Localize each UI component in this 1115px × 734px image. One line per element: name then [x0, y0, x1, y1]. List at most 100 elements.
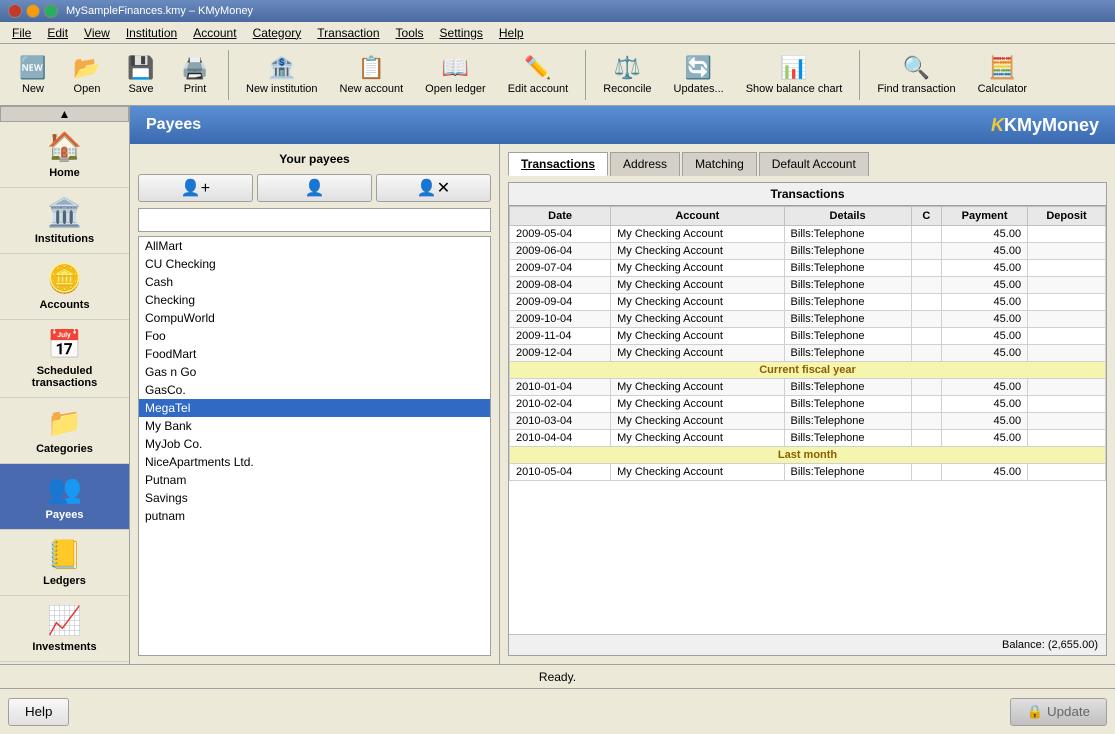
table-row[interactable]: 2009-09-04My Checking AccountBills:Telep… [510, 294, 1106, 311]
add-payee-button[interactable]: 👤+ [138, 174, 253, 202]
menu-item-account[interactable]: Account [185, 24, 244, 42]
menu-item-view[interactable]: View [76, 24, 118, 42]
sidebar-item-scheduled-transactions[interactable]: 📅Scheduled transactions [0, 320, 129, 398]
toolbar-btn-find-transaction[interactable]: 🔍Find transaction [868, 50, 964, 100]
toolbar-btn-new-institution[interactable]: 🏦New institution [237, 50, 327, 100]
sidebar-item-ledgers[interactable]: 📒Ledgers [0, 530, 129, 596]
new-institution-icon: 🏦 [268, 55, 295, 81]
toolbar-btn-new-account[interactable]: 📋New account [331, 50, 413, 100]
menu-item-file[interactable]: File [4, 24, 39, 42]
table-row[interactable]: 2009-07-04My Checking AccountBills:Telep… [510, 260, 1106, 277]
menu-item-help[interactable]: Help [491, 24, 532, 42]
payee-item[interactable]: FoodMart [139, 345, 490, 363]
maximize-button[interactable] [44, 4, 58, 18]
toolbar-label-calculator: Calculator [978, 83, 1028, 95]
toolbar-btn-update[interactable]: 🔄Updates... [665, 50, 733, 100]
sidebar-item-payees[interactable]: 👥Payees [0, 464, 129, 530]
cell-payment: 45.00 [942, 226, 1028, 243]
tab-transactions[interactable]: Transactions [508, 152, 608, 176]
toolbar-btn-new[interactable]: 🆕New [8, 50, 58, 100]
tab-address[interactable]: Address [610, 152, 680, 176]
cell-details: Bills:Telephone [784, 464, 911, 481]
table-row[interactable]: 2009-11-04My Checking AccountBills:Telep… [510, 328, 1106, 345]
payees-toolbar: 👤+ 👤 👤✕ [138, 174, 491, 202]
update-button[interactable]: 🔒 Update [1010, 698, 1107, 726]
payee-item[interactable]: Savings [139, 489, 490, 507]
col-header-date: Date [510, 207, 611, 226]
payee-item[interactable]: NiceApartments Ltd. [139, 453, 490, 471]
toolbar-btn-reconcile[interactable]: ⚖️Reconcile [594, 50, 660, 100]
table-row[interactable]: 2009-12-04My Checking AccountBills:Telep… [510, 345, 1106, 362]
payee-item[interactable]: MyJob Co. [139, 435, 490, 453]
table-row[interactable]: 2009-10-04My Checking AccountBills:Telep… [510, 311, 1106, 328]
toolbar-btn-save[interactable]: 💾Save [116, 50, 166, 100]
sidebar-item-home[interactable]: 🏠Home [0, 122, 129, 188]
show-balance-chart-icon: 📊 [780, 55, 807, 81]
menu-item-category[interactable]: Category [245, 24, 310, 42]
cell-deposit [1028, 396, 1106, 413]
sidebar-label-investments: Investments [32, 641, 96, 653]
sidebar-label-home: Home [49, 167, 80, 179]
rename-payee-button[interactable]: 👤 [257, 174, 372, 202]
payee-item[interactable]: CU Checking [139, 255, 490, 273]
payee-item[interactable]: Gas n Go [139, 363, 490, 381]
toolbar-label-save: Save [128, 83, 153, 95]
payee-item[interactable]: putnam [139, 507, 490, 525]
sidebar-item-reports[interactable]: 🥧Reports [0, 662, 129, 664]
col-header-payment: Payment [942, 207, 1028, 226]
toolbar-label-print: Print [184, 83, 207, 95]
transactions-table-wrap[interactable]: DateAccountDetailsCPaymentDeposit 2009-0… [509, 206, 1106, 634]
table-row[interactable]: 2010-05-04My Checking AccountBills:Telep… [510, 464, 1106, 481]
table-row[interactable]: 2010-04-04My Checking AccountBills:Telep… [510, 430, 1106, 447]
menu-item-edit[interactable]: Edit [39, 24, 76, 42]
col-header-details: Details [784, 207, 911, 226]
menu-item-institution[interactable]: Institution [118, 24, 185, 42]
toolbar-btn-edit-account[interactable]: ✏️Edit account [499, 50, 578, 100]
window-controls[interactable] [8, 4, 58, 18]
cell-details: Bills:Telephone [784, 345, 911, 362]
delete-payee-button[interactable]: 👤✕ [376, 174, 491, 202]
payee-item[interactable]: Foo [139, 327, 490, 345]
sidebar-scroll-up[interactable]: ▲ [0, 106, 129, 122]
payee-item[interactable]: MegaTel [139, 399, 490, 417]
cell-account: My Checking Account [611, 464, 784, 481]
table-row[interactable]: 2010-03-04My Checking AccountBills:Telep… [510, 413, 1106, 430]
payee-item[interactable]: GasCo. [139, 381, 490, 399]
table-row[interactable]: 2010-01-04My Checking AccountBills:Telep… [510, 379, 1106, 396]
payee-item[interactable]: My Bank [139, 417, 490, 435]
help-button[interactable]: Help [8, 698, 69, 726]
sidebar-item-categories[interactable]: 📁Categories [0, 398, 129, 464]
edit-person-icon: 👤 [305, 178, 325, 198]
payee-item[interactable]: CompuWorld [139, 309, 490, 327]
tab-matching[interactable]: Matching [682, 152, 757, 176]
menu-item-tools[interactable]: Tools [388, 24, 432, 42]
sidebar-item-institutions[interactable]: 🏛️Institutions [0, 188, 129, 254]
toolbar-btn-print[interactable]: 🖨️ Print [170, 50, 220, 100]
menu-item-transaction[interactable]: Transaction [309, 24, 387, 42]
cell-date: 2009-05-04 [510, 226, 611, 243]
toolbar-btn-show-balance-chart[interactable]: 📊Show balance chart [737, 50, 852, 100]
toolbar-btn-open[interactable]: 📂Open [62, 50, 112, 100]
toolbar-btn-calculator[interactable]: 🧮Calculator [969, 50, 1037, 100]
sidebar-item-investments[interactable]: 📈Investments [0, 596, 129, 662]
minimize-button[interactable] [26, 4, 40, 18]
table-row[interactable]: 2009-06-04My Checking AccountBills:Telep… [510, 243, 1106, 260]
table-row[interactable]: 2009-05-04My Checking AccountBills:Telep… [510, 226, 1106, 243]
payees-search-input[interactable] [138, 208, 491, 232]
menu-item-settings[interactable]: Settings [432, 24, 491, 42]
section-label: Current fiscal year [510, 362, 1106, 379]
toolbar-label-new: New [22, 83, 44, 95]
payee-item[interactable]: Putnam [139, 471, 490, 489]
table-row[interactable]: 2009-08-04My Checking AccountBills:Telep… [510, 277, 1106, 294]
table-row[interactable]: 2010-02-04My Checking AccountBills:Telep… [510, 396, 1106, 413]
sidebar-item-accounts[interactable]: 🪙Accounts [0, 254, 129, 320]
cell-date: 2009-09-04 [510, 294, 611, 311]
close-button[interactable] [8, 4, 22, 18]
print-icon: 🖨️ [181, 55, 208, 81]
toolbar-btn-open-ledger[interactable]: 📖Open ledger [416, 50, 495, 100]
payee-item[interactable]: Cash [139, 273, 490, 291]
payee-item[interactable]: AllMart [139, 237, 490, 255]
payee-item[interactable]: Checking [139, 291, 490, 309]
tab-default-account[interactable]: Default Account [759, 152, 869, 176]
open-icon: 📂 [73, 55, 100, 81]
